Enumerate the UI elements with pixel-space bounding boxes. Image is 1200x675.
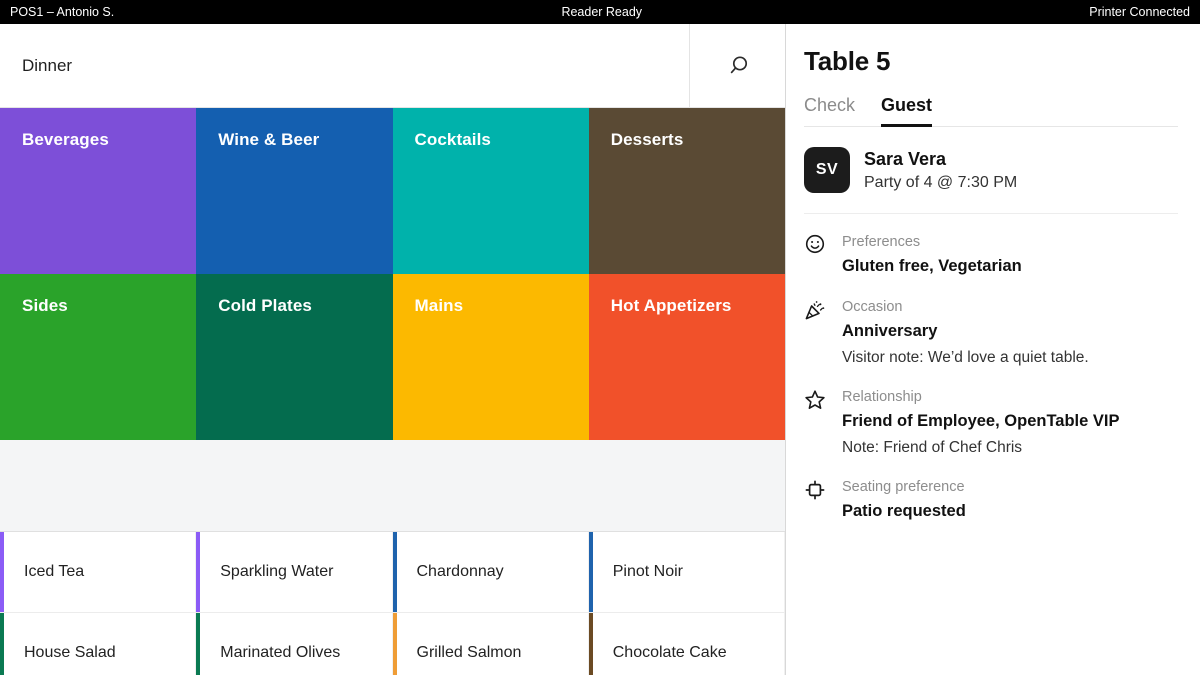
menu-item-cell[interactable]: Marinated Olives (196, 613, 393, 675)
guest-party: Party of 4 @ 7:30 PM (864, 174, 1018, 192)
category-tile[interactable]: Cocktails (392, 108, 589, 274)
guest-detail-body: Preferences Gluten free, Vegetarian (842, 232, 1178, 279)
printer-status-label: Printer Connected (1089, 5, 1190, 19)
menu-item-cell[interactable]: Chocolate Cake (588, 613, 785, 675)
category-tile-grid: Beverages Wine & Beer Cocktails Desserts Sid… (0, 108, 785, 440)
category-tile[interactable]: Sides (0, 274, 197, 440)
guest-detail-row: Preferences Gluten free, Vegetarian (804, 232, 1178, 279)
guest-detail-value: Friend of Employee, OpenTable VIP (842, 411, 1120, 430)
guest-detail-row: Relationship Friend of Employee, OpenTabl… (804, 387, 1178, 459)
table-seating-icon (804, 477, 826, 501)
menu-item-label: Iced Tea (24, 563, 85, 580)
guest-detail-value: Anniversary (842, 321, 938, 340)
guest-detail-value: Gluten free, Vegetarian (842, 257, 1022, 276)
avatar: SV (804, 147, 850, 193)
menu-item-label: Pinot Noir (612, 563, 683, 580)
guest-detail-note: Visitor note: We’d love a quiet table. (842, 348, 1089, 366)
menu-item-cell[interactable]: Pinot Noir (588, 532, 785, 613)
guest-detail-body: Seating preference Patio requested (842, 477, 1178, 524)
menu-item-cell[interactable]: Iced Tea (0, 532, 197, 613)
category-tile[interactable]: Cold Plates (196, 274, 393, 440)
search-button[interactable] (689, 24, 785, 107)
pos-pane: Dinner Beverages Wine & Beer Cocktails Dess… (0, 24, 786, 675)
menu-item-label: Chardonnay (416, 563, 504, 580)
menu-item-cell[interactable]: House Salad (0, 613, 197, 675)
category-tile-label: Beverages (22, 130, 109, 149)
meal-period-label: Dinner (22, 55, 73, 75)
category-tile-label: Sides (22, 296, 68, 315)
category-tile-label: Wine & Beer (218, 130, 320, 149)
guest-detail-row: Occasion Anniversary Visitor note: We’d lo… (804, 297, 1178, 369)
status-bar: POS1 – Antonio S. Reader Ready Printer C… (0, 0, 1200, 24)
category-tile-label: Cold Plates (218, 296, 312, 315)
reader-status-label: Reader Ready (561, 5, 643, 19)
guest-summary: SV Sara Vera Party of 4 @ 7:30 PM (804, 147, 1178, 215)
guest-detail-label: Preferences (842, 234, 921, 251)
guest-detail-row: Seating preference Patio requested (804, 477, 1178, 524)
guest-pane: Table 5 Check Guest SV Sara Vera Party of… (786, 24, 1200, 675)
category-tile[interactable]: Hot Appetizers (588, 274, 785, 440)
category-tile[interactable]: Beverages (0, 108, 197, 274)
menu-item-color-bar (588, 613, 593, 675)
category-tile-label: Cocktails (414, 130, 491, 149)
category-tile-label: Hot Appetizers (610, 296, 732, 315)
guest-detail-label: Relationship (842, 388, 922, 405)
guest-details-list: Preferences Gluten free, Vegetarian Occasi… (804, 232, 1178, 523)
guest-detail-note: Note: Friend of Chef Chris (842, 438, 1023, 456)
category-tile-label: Desserts (610, 130, 684, 149)
guest-detail-body: Occasion Anniversary Visitor note: We’d lo… (842, 297, 1178, 369)
guest-name: Sara Vera (864, 149, 947, 169)
party-popper-icon (804, 297, 826, 321)
category-tile[interactable]: Wine & Beer (196, 108, 393, 274)
menu-item-grid: Iced Tea Sparkling Water Chardonnay Pinot N… (0, 532, 785, 675)
menu-item-label: House Salad (24, 644, 116, 661)
guest-detail-value: Patio requested (842, 501, 966, 520)
menu-item-cell[interactable]: Chardonnay (392, 532, 589, 613)
guest-detail-label: Seating preference (842, 478, 965, 495)
menu-item-label: Marinated Olives (220, 644, 341, 661)
category-tile[interactable]: Mains (392, 274, 589, 440)
menu-item-color-bar (392, 532, 397, 612)
smiley-face-icon (804, 232, 826, 254)
menu-item-cell[interactable]: Grilled Salmon (392, 613, 589, 675)
search-icon (725, 53, 751, 79)
menu-item-color-bar (196, 532, 201, 612)
guest-pane-tabs: Check Guest (804, 95, 1178, 127)
page-title: Table 5 (804, 46, 891, 76)
menu-item-label: Sparkling Water (220, 563, 334, 580)
menu-item-label: Chocolate Cake (612, 644, 727, 661)
menu-item-color-bar (0, 613, 4, 675)
menu-item-color-bar (0, 532, 4, 612)
pos-header: Dinner (0, 24, 785, 108)
menu-item-color-bar (588, 532, 593, 612)
menu-item-color-bar (196, 613, 201, 675)
menu-item-label: Grilled Salmon (416, 644, 522, 661)
star-icon (804, 387, 826, 411)
category-tile-label: Mains (414, 296, 464, 315)
menu-item-cell[interactable]: Sparkling Water (196, 532, 393, 613)
category-tile[interactable]: Desserts (588, 108, 785, 274)
tab-guest[interactable]: Guest (881, 95, 933, 127)
order-ticket-spacer (0, 440, 785, 532)
app-body: Dinner Beverages Wine & Beer Cocktails Dess… (0, 24, 1200, 675)
tab-check[interactable]: Check (804, 95, 855, 126)
menu-item-color-bar (392, 613, 397, 675)
terminal-label: POS1 – Antonio S. (10, 5, 115, 19)
guest-detail-label: Occasion (842, 298, 903, 315)
guest-detail-body: Relationship Friend of Employee, OpenTabl… (842, 387, 1178, 459)
